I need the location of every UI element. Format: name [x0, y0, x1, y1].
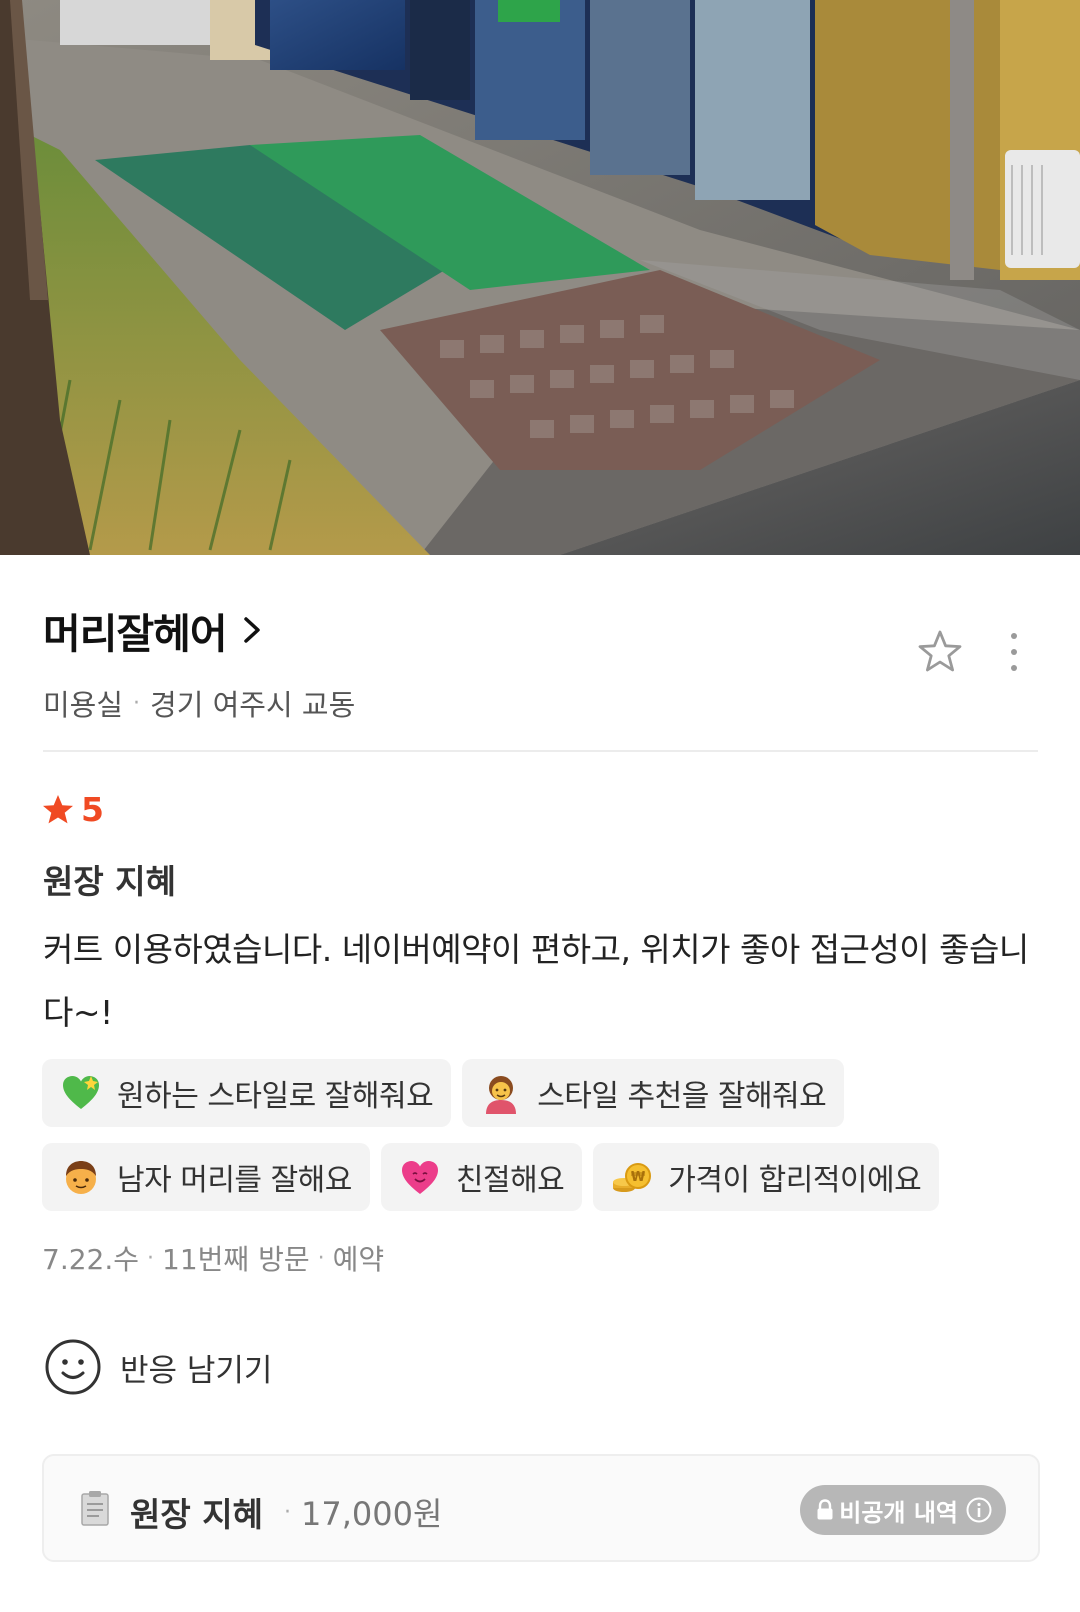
more-vert-icon[interactable]: [1008, 631, 1020, 673]
visit-count: 11번째 방문: [162, 1243, 310, 1276]
keyword-label: 가격이 합리적이에요: [668, 1163, 922, 1198]
receipt-price-row: · 17,000원: [284, 1489, 442, 1535]
star-outline-icon[interactable]: [916, 628, 964, 676]
keyword-row: 원하는 스타일로 잘해줘요 스타일 추천을 잘해줘요: [42, 1059, 855, 1127]
receipt-card[interactable]: 원장 지혜 · 17,000원 비공개 내역: [42, 1454, 1040, 1562]
keyword-label: 친절해요: [455, 1163, 565, 1198]
keyword-chip: ₩ 가격이 합리적이에요: [593, 1143, 940, 1211]
rating-value: 5: [81, 790, 104, 829]
receipt-price: 17,000원: [301, 1495, 443, 1533]
coins-emoji-icon: ₩: [613, 1163, 652, 1192]
meta-separator: ·: [317, 1245, 325, 1271]
smiley-icon[interactable]: [44, 1338, 102, 1396]
boy-face-emoji-icon: [66, 1161, 96, 1194]
keyword-label: 스타일 추천을 잘해줘요: [537, 1079, 827, 1114]
place-category: 미용실: [43, 688, 124, 722]
header-actions: [916, 628, 1020, 676]
clipboard-icon: [81, 1491, 109, 1526]
storefront-photo[interactable]: [0, 0, 1080, 555]
keyword-chip: 스타일 추천을 잘해줘요: [462, 1059, 845, 1127]
react-button[interactable]: 반응 남기기: [44, 1338, 272, 1396]
svg-text:₩: ₩: [631, 1170, 646, 1185]
keyword-chip: 친절해요: [380, 1143, 583, 1211]
keyword-chip: 원하는 스타일로 잘해줘요: [42, 1059, 452, 1127]
woman-getting-haircut-emoji-icon: [486, 1076, 517, 1114]
chevron-right-icon[interactable]: [241, 615, 265, 645]
meta-separator: ·: [133, 690, 141, 716]
info-icon[interactable]: [966, 1497, 992, 1523]
meta-separator: ·: [147, 1245, 155, 1271]
rating: 5: [41, 790, 104, 829]
place-title-link[interactable]: 머리잘헤어: [43, 600, 1043, 660]
place-meta: 미용실 · 경기 여주시 교동: [43, 682, 1043, 724]
place-location: 경기 여주시 교동: [150, 688, 356, 722]
place-name[interactable]: 머리잘헤어: [43, 600, 228, 660]
heart-face-emoji-icon: [401, 1161, 438, 1194]
react-label[interactable]: 반응 남기기: [120, 1345, 272, 1390]
section-divider: [43, 750, 1038, 752]
keyword-label: 원하는 스타일로 잘해줘요: [117, 1079, 434, 1114]
visit-type: 예약: [332, 1243, 385, 1276]
private-history-label[interactable]: 비공개 내역: [839, 1493, 958, 1528]
review-text[interactable]: 커트 이용하였습니다. 네이버예약이 편하고, 위치가 좋아 접근성이 좋습니다…: [43, 918, 1053, 1044]
reviewer-name: 원장 지혜: [43, 862, 176, 901]
keyword-chip: 남자 머리를 잘해요: [42, 1143, 370, 1211]
meta-separator: ·: [284, 1499, 291, 1525]
green-heart-emoji-icon: [63, 1076, 99, 1109]
visit-info: 7.22.수 · 11번째 방문 · 예약: [42, 1238, 384, 1278]
lock-icon: [817, 1499, 833, 1520]
visit-date: 7.22.수: [42, 1243, 140, 1276]
private-history-badge[interactable]: 비공개 내역: [800, 1485, 1006, 1535]
keyword-row: 남자 머리를 잘해요 친절해요 ₩ 가격이 합리적이에요: [42, 1143, 950, 1211]
rating-star-icon: [43, 794, 73, 823]
place-header: 머리잘헤어 미용실 · 경기 여주시 교동: [43, 600, 1043, 724]
keyword-label: 남자 머리를 잘해요: [117, 1163, 352, 1198]
receipt-staff: 원장 지혜: [130, 1495, 263, 1534]
